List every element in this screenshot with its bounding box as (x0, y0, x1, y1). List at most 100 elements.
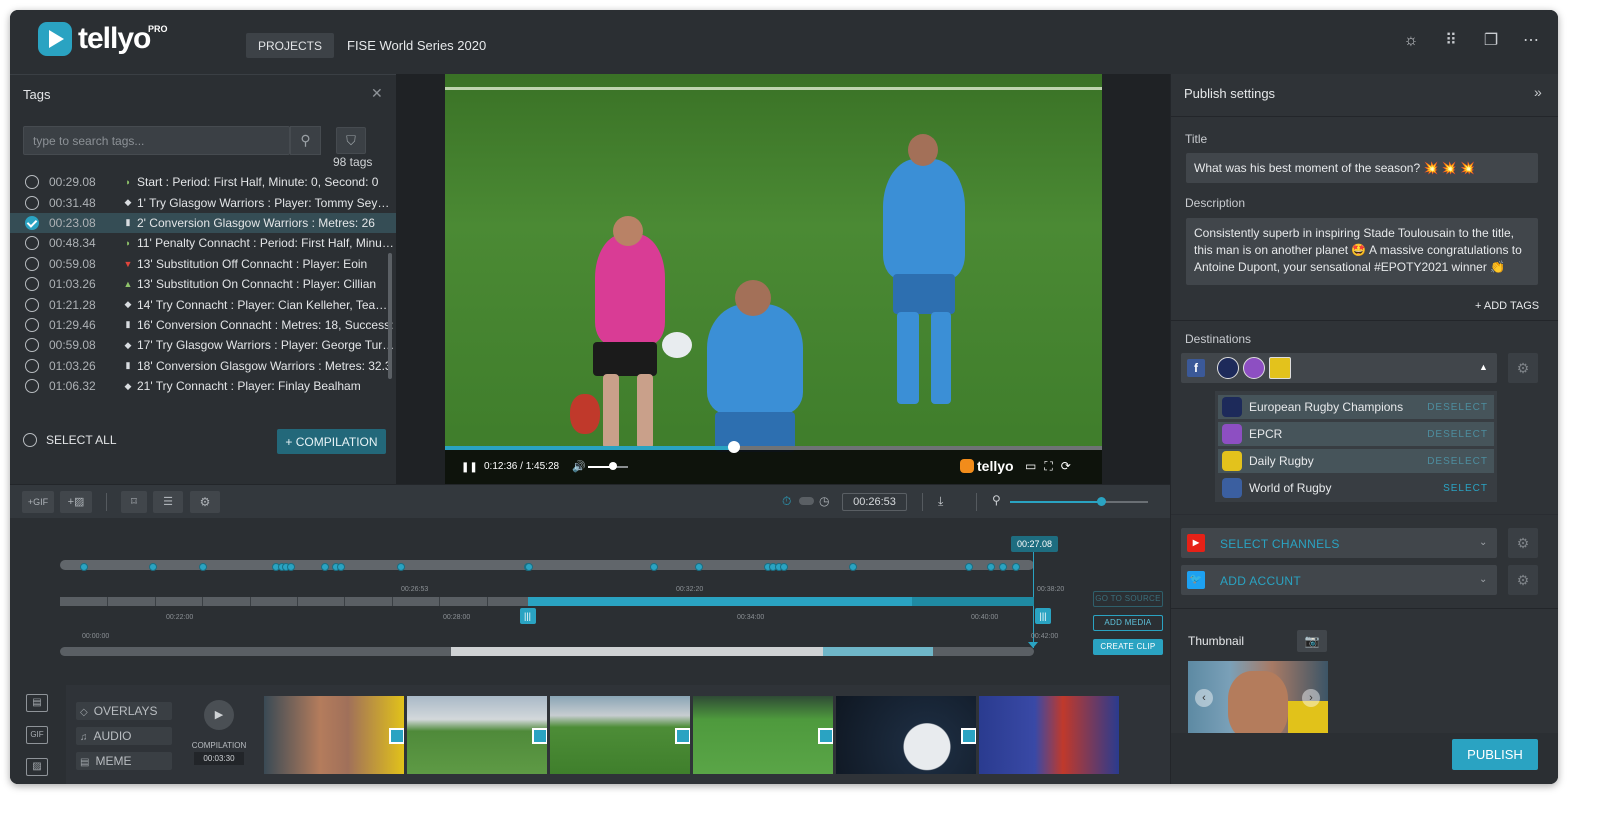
tag-marker[interactable] (396, 563, 405, 571)
twitter-destination[interactable]: 🐦 ADD ACCUNT ⌄ (1181, 565, 1497, 595)
go-to-source-button[interactable]: GO TO SOURCE (1093, 591, 1163, 607)
tag-marker[interactable] (320, 563, 329, 571)
clip-select-checkbox[interactable] (675, 728, 690, 744)
stopwatch-icon[interactable]: ⏱ (782, 494, 791, 509)
projects-button[interactable]: PROJECTS (246, 33, 334, 58)
chevron-down-icon[interactable]: ⌄ (1479, 574, 1487, 585)
account-option[interactable]: EPCR DESELECT (1218, 422, 1494, 446)
mode-toggle[interactable] (799, 497, 814, 505)
tag-row[interactable]: 01:03.26 ▮ 18' Conversion Glasgow Warriors… (10, 356, 396, 376)
tag-row[interactable]: 00:29.08 ◗ Start : Period: First Half, Min… (10, 172, 396, 192)
create-clip-button[interactable]: CREATE CLIP (1093, 639, 1163, 655)
selection-start-handle[interactable]: ||| (519, 608, 536, 624)
tag-radio[interactable] (25, 195, 39, 210)
compilation-play-icon[interactable]: ▶ (204, 700, 234, 730)
compilation-button[interactable]: + COMPILATION (277, 429, 386, 454)
tag-radio[interactable] (25, 379, 39, 394)
clock-icon[interactable]: ◷ (819, 494, 829, 508)
camera-icon[interactable]: 📷 (1297, 630, 1327, 652)
tag-radio[interactable] (25, 317, 39, 332)
clip-select-checkbox[interactable] (818, 728, 833, 744)
tag-radio[interactable] (25, 175, 39, 190)
media-clip[interactable] (264, 696, 404, 774)
volume-icon[interactable]: 🔊 (572, 460, 586, 473)
gear-icon[interactable]: ⚙ (1508, 565, 1538, 595)
clip-selection[interactable] (527, 597, 913, 606)
tag-radio[interactable] (25, 256, 39, 271)
more-icon[interactable]: ⋯ (1522, 32, 1540, 50)
filter-icon[interactable]: ⛉ (336, 127, 366, 154)
clip-select-checkbox[interactable] (389, 728, 404, 744)
fit-icon[interactable]: ⤓ (938, 494, 943, 509)
audio-button[interactable]: ♫ AUDIO (76, 727, 172, 745)
add-media-button[interactable]: ADD MEDIA (1093, 615, 1163, 631)
description-input[interactable]: Consistently superb in inspiring Stade T… (1186, 218, 1538, 285)
tag-marker[interactable] (148, 563, 157, 571)
tag-radio[interactable] (25, 236, 39, 251)
select-all[interactable]: SELECT ALL (23, 433, 117, 447)
media-clip[interactable] (836, 696, 976, 774)
tag-row[interactable]: 01:06.32 ◆ 21' Try Connacht : Player: Finl… (10, 376, 396, 396)
tag-radio[interactable] (25, 215, 39, 230)
title-input[interactable]: What was his best moment of the season? … (1186, 153, 1538, 183)
add-tags-button[interactable]: + ADD TAGS (1475, 300, 1539, 312)
windows-icon[interactable]: ❐ (1482, 32, 1500, 50)
add-gif-button[interactable]: +GIF (22, 491, 54, 513)
account-option[interactable]: Daily Rugby DESELECT (1218, 449, 1494, 473)
tag-radio[interactable] (25, 338, 39, 353)
tag-radio[interactable] (25, 358, 39, 373)
search-icon[interactable]: ⚲ (290, 126, 321, 155)
video-player[interactable]: ❚❚ 0:12:36 / 1:45:28 🔊 tellyo ▭⛶⟳ (445, 74, 1102, 484)
tag-list-scrollbar[interactable] (388, 253, 392, 379)
overview-window[interactable] (451, 647, 824, 656)
pip-icon[interactable]: ▭ (1025, 459, 1044, 473)
settings-icon[interactable]: ⚙ (190, 491, 220, 513)
tag-search-input[interactable] (23, 126, 290, 155)
chevron-right-icon[interactable]: › (1302, 689, 1320, 707)
gear-icon[interactable]: ⚙ (1508, 353, 1538, 383)
media-clip[interactable] (550, 696, 690, 774)
loop-icon[interactable]: ⟳ (1061, 459, 1079, 473)
meme-button[interactable]: ▤ MEME (76, 752, 172, 770)
zoom-icon[interactable]: ⚲ (992, 493, 1001, 507)
tag-marker[interactable] (848, 563, 857, 571)
overlays-button[interactable]: ◇ OVERLAYS (76, 702, 172, 720)
tag-row[interactable]: 01:03.26 ▲ 13' Substitution On Connacht : … (10, 274, 396, 294)
tag-row[interactable]: 00:23.08 ▮ 2' Conversion Glasgow Warriors … (10, 212, 396, 234)
chevron-left-icon[interactable]: ‹ (1195, 689, 1213, 707)
tag-marker[interactable] (286, 563, 295, 571)
bookmark-icon[interactable]: ⌑ (121, 491, 147, 513)
caret-up-icon[interactable]: ▲ (1479, 362, 1488, 372)
collapse-icon[interactable]: » (1534, 84, 1542, 100)
publish-button[interactable]: PUBLISH (1452, 739, 1538, 770)
add-image-icon[interactable]: +▨ (60, 491, 92, 513)
gear-icon[interactable]: ⚙ (1508, 528, 1538, 558)
tag-radio[interactable] (25, 297, 39, 312)
selection-end-handle[interactable]: ||| (1035, 608, 1051, 624)
account-option[interactable]: World of Rugby SELECT (1218, 476, 1494, 500)
chevron-down-icon[interactable]: ⌄ (1479, 537, 1487, 548)
select-all-radio[interactable] (23, 433, 37, 447)
tag-marker[interactable] (779, 563, 788, 571)
tag-row[interactable]: 01:29.46 ▮ 16' Conversion Connacht : Metre… (10, 315, 396, 335)
fullscreen-icon[interactable]: ⛶ (1044, 459, 1060, 473)
sun-icon[interactable]: ☼ (1402, 32, 1420, 50)
volume-handle[interactable] (608, 462, 617, 470)
tag-radio[interactable] (25, 277, 39, 292)
clip-select-checkbox[interactable] (961, 728, 976, 744)
tag-marker[interactable] (964, 563, 973, 571)
keyboard-icon[interactable]: ⠿ (1442, 32, 1460, 50)
close-icon[interactable]: ✕ (371, 85, 383, 102)
account-action[interactable]: SELECT (1443, 483, 1488, 494)
tag-marker[interactable] (336, 563, 345, 571)
zoom-handle[interactable] (1097, 497, 1107, 506)
tag-row[interactable]: 00:31.48 ◆ 1' Try Glasgow Warriors : Playe… (10, 192, 396, 212)
film-icon[interactable]: ▤ (26, 694, 48, 712)
facebook-destination[interactable]: f ▲ (1181, 353, 1497, 383)
media-clip[interactable] (979, 696, 1119, 774)
pause-icon[interactable]: ❚❚ (461, 462, 478, 473)
media-clip[interactable] (407, 696, 547, 774)
tag-row[interactable]: 01:21.28 ◆ 14' Try Connacht : Player: Cian… (10, 294, 396, 314)
video-progress-handle[interactable] (728, 441, 741, 453)
account-action[interactable]: DESELECT (1427, 429, 1488, 440)
